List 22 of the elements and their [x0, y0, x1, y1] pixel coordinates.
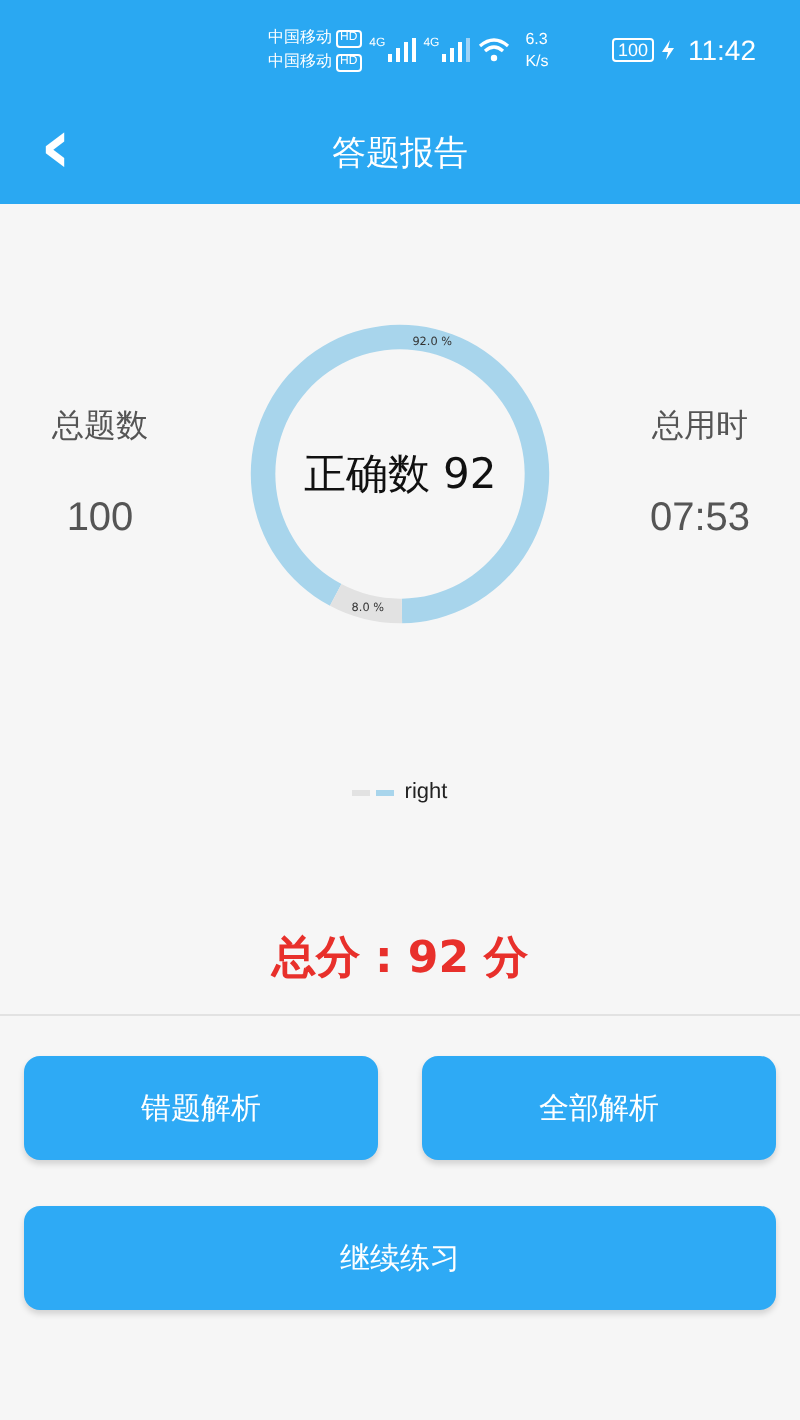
battery-icon: 100	[611, 38, 654, 62]
analysis-button[interactable]: 全部解析	[422, 1056, 776, 1160]
clock-time: 11:42	[688, 34, 756, 66]
signal-icon	[387, 38, 416, 62]
correct-count: 正确数 92	[303, 448, 497, 502]
speed-unit: K/s	[525, 50, 549, 72]
stat-value: 07:53	[649, 496, 751, 542]
speed-value: 6.3	[525, 28, 549, 50]
carrier-name: 中国移动	[268, 50, 332, 74]
charging-icon	[662, 40, 674, 60]
page-title: 答题报告	[332, 131, 468, 175]
stat-label: 总题数	[52, 406, 148, 448]
stat-value: 100	[66, 496, 134, 542]
back-icon[interactable]: ‹	[40, 112, 72, 180]
stat-label: 总用时	[652, 406, 748, 448]
legend-label: right	[404, 780, 448, 804]
carrier-name: 中国移动	[268, 26, 332, 50]
continue-button[interactable]: 继续练习	[24, 1206, 776, 1310]
analysis-button[interactable]: 错题解析	[24, 1056, 378, 1160]
wifi-icon	[477, 38, 510, 62]
signal-icon	[441, 38, 470, 62]
total-score: 总分 : 92 分	[271, 932, 529, 988]
